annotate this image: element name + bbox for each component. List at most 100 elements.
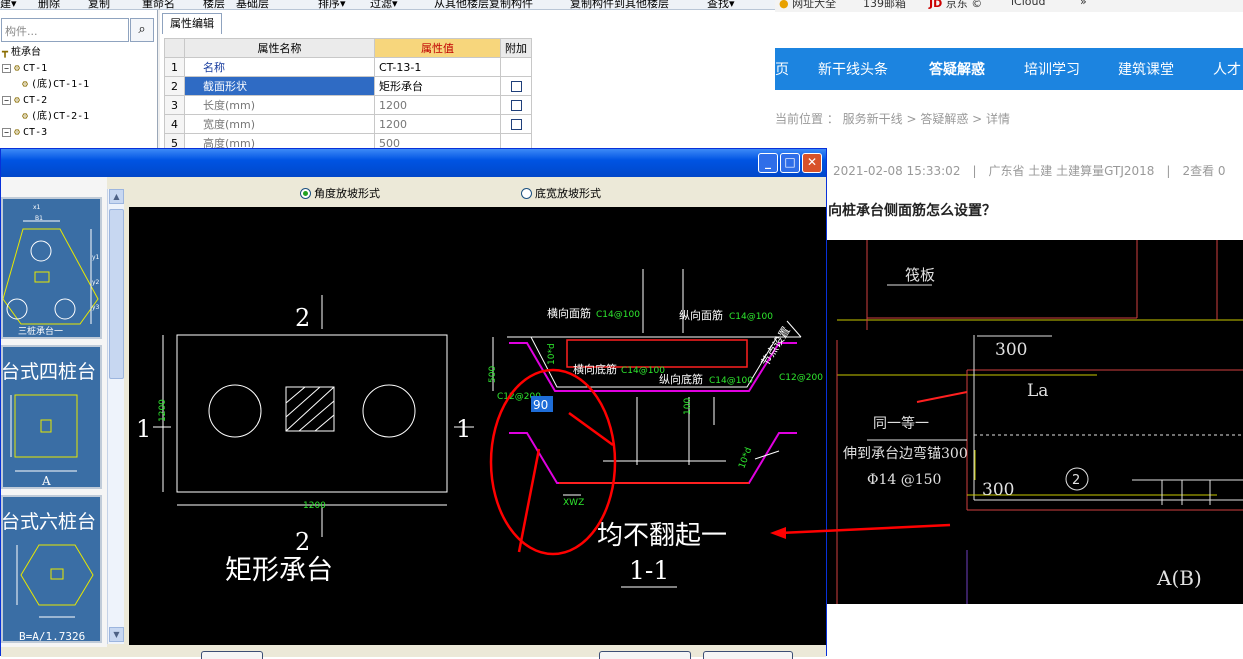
cap-outline xyxy=(3,228,99,325)
tree-item-ct1-1[interactable]: ⚙ (底)CT-1-1 xyxy=(22,77,89,93)
prop-value[interactable]: 矩形承台 xyxy=(374,76,501,96)
label-la: La xyxy=(1027,381,1048,401)
bookmark-icloud[interactable]: iCloud xyxy=(1011,0,1045,8)
dim-text: 100 xyxy=(683,398,693,415)
dim-text: y2 xyxy=(92,279,100,286)
scroll-thumb[interactable] xyxy=(109,209,124,379)
toolbar-copy[interactable]: 复制 xyxy=(88,0,110,9)
scroll-down-icon[interactable]: ▼ xyxy=(109,627,124,642)
dim-text: y1 xyxy=(92,254,100,261)
tree-folder-icon: ┳ xyxy=(2,47,9,58)
dialog-title-bar[interactable]: _ □ ✕ xyxy=(1,149,826,177)
collapse-icon[interactable]: − xyxy=(2,127,11,137)
thumb-four-pile-cap[interactable]: 台式四桩台 A xyxy=(1,345,102,489)
radio-label: 角度放坡形式 xyxy=(314,187,380,200)
thumb-three-pile-cap[interactable]: B1 y1 y2 y3 x1 三桩承台一 xyxy=(1,197,102,339)
dialog-button[interactable] xyxy=(703,651,793,659)
column-square xyxy=(40,419,52,433)
collapse-icon[interactable]: − xyxy=(2,63,11,73)
angle-value[interactable]: 90 xyxy=(533,398,548,412)
rebar-value: C14@100 xyxy=(596,310,640,320)
tree-item-ct3[interactable]: − ⚙ CT-3 xyxy=(2,125,47,141)
bookmark-nav-site[interactable]: ● 网址大全 xyxy=(779,0,836,11)
property-table: 属性名称 属性值 附加 1 名称 CT-13-1 2 截面形状 矩形承台 3 长… xyxy=(164,38,532,153)
tree-search-input[interactable]: 构件... xyxy=(1,18,129,42)
column-square xyxy=(50,568,64,580)
search-icon[interactable]: ⌕ xyxy=(130,18,154,42)
cap-section-drawing: 2 2 1 1 1200 1200 矩形承台 横向面筋 C14@100 纵向面筋… xyxy=(136,269,823,588)
hatch-line xyxy=(314,414,335,432)
bookmark-label: 网址大全 xyxy=(792,0,837,10)
dialog-button[interactable] xyxy=(599,651,691,659)
cad-preview-canvas[interactable]: 2 2 1 1 1200 1200 矩形承台 横向面筋 C14@100 纵向面筋… xyxy=(129,207,826,645)
toolbar-copy-to-floor[interactable]: 复制构件到其他楼层 xyxy=(570,0,669,9)
prop-extra xyxy=(500,95,532,115)
close-icon[interactable]: ✕ xyxy=(802,153,822,173)
extra-checkbox[interactable] xyxy=(510,100,522,111)
section-num: 1 xyxy=(136,415,151,443)
nav-item-classroom[interactable]: 建筑课堂 xyxy=(1118,59,1174,79)
radio-angle-slope[interactable]: 角度放坡形式 xyxy=(300,185,380,201)
toolbar-filter[interactable]: 过滤▾ xyxy=(370,0,398,9)
prop-value[interactable]: 1200 xyxy=(374,95,501,115)
extra-checkbox[interactable] xyxy=(510,119,522,130)
tree-item-ct2[interactable]: − ⚙ CT-2 xyxy=(2,93,47,109)
toolbar-rename[interactable]: 重命名 xyxy=(142,0,175,9)
prop-extra xyxy=(500,114,532,134)
toolbar-new[interactable]: 建▾ xyxy=(0,0,17,9)
rebar-label: 横向面筋 xyxy=(547,306,591,320)
section-num: 2 xyxy=(295,304,310,332)
row-num: 3 xyxy=(164,95,185,115)
bookmark-jd[interactable]: JD 京东 © xyxy=(929,0,982,11)
three-pile-shape: B1 y1 y2 y3 x1 三桩承台一 xyxy=(3,204,100,337)
table-row[interactable]: 3 长度(mm) 1200 xyxy=(164,95,532,115)
bookmark-more[interactable]: » xyxy=(1080,0,1087,8)
section-num: 2 xyxy=(295,528,310,556)
toolbar-floor-select[interactable]: 基础层 xyxy=(236,0,269,9)
grid-number: 2 xyxy=(1072,473,1080,488)
thumbnail-scrollbar[interactable]: ▲ ▼ xyxy=(107,189,124,644)
extra-checkbox[interactable] xyxy=(510,81,522,92)
collapse-icon[interactable]: − xyxy=(2,95,11,105)
note-text: 伸到承台边弯锚300 xyxy=(843,445,968,462)
nav-item-home[interactable]: 页 xyxy=(775,59,789,79)
tree-root[interactable]: ┳ 桩承台 xyxy=(2,45,41,61)
section-title: 1-1 xyxy=(629,556,669,585)
toolbar-copy-from-floor[interactable]: 从其他楼层复制构件 xyxy=(434,0,533,9)
tree-item-ct2-1[interactable]: ⚙ (底)CT-2-1 xyxy=(22,109,89,125)
bookmark-139-mail[interactable]: 139邮箱 xyxy=(863,0,906,11)
maximize-icon[interactable]: □ xyxy=(780,153,800,173)
slope-mode-radio-group: 角度放坡形式 底宽放坡形式 xyxy=(129,177,826,207)
property-panel: 属性编辑 属性名称 属性值 附加 1 名称 CT-13-1 2 截面形状 矩形承… xyxy=(160,10,775,153)
nav-item-headlines[interactable]: 新干线头条 xyxy=(818,59,888,79)
bookmark-label: 京东 © xyxy=(945,0,983,10)
scroll-up-icon[interactable]: ▲ xyxy=(109,189,124,204)
nav-item-talent[interactable]: 人才 xyxy=(1213,59,1241,79)
header-value: 属性值 xyxy=(374,38,501,58)
dim-text: 1200 xyxy=(303,501,326,511)
red-arrow xyxy=(916,391,968,403)
prop-value[interactable]: 1200 xyxy=(374,114,501,134)
table-row[interactable]: 2 截面形状 矩形承台 xyxy=(164,76,532,96)
tree-item-label: CT-2 xyxy=(23,95,48,106)
row-num: 2 xyxy=(164,76,185,96)
prop-value[interactable]: CT-13-1 xyxy=(374,57,501,77)
toolbar-floor[interactable]: 楼层 xyxy=(203,0,225,9)
prop-name: 名称 xyxy=(184,57,375,77)
toolbar-delete[interactable]: 删除 xyxy=(38,0,60,9)
bottom-rebar xyxy=(509,432,797,484)
thumb-six-pile-cap[interactable]: 台式六桩台 B=A/1.7326 xyxy=(1,495,102,643)
table-row[interactable]: 1 名称 CT-13-1 xyxy=(164,57,532,77)
toolbar-sort[interactable]: 排序▾ xyxy=(318,0,346,9)
minimize-icon[interactable]: _ xyxy=(758,153,778,173)
radio-width-slope[interactable]: 底宽放坡形式 xyxy=(521,185,601,201)
nav-item-training[interactable]: 培训学习 xyxy=(1024,59,1080,79)
component-tree-panel: 构件... ⌕ ┳ 桩承台 − ⚙ CT-1 ⚙ (底)CT-1-1 − ⚙ CT-2 ⚙(… xyxy=(0,10,158,150)
toolbar-find[interactable]: 查找▾ xyxy=(707,0,735,9)
tree-item-ct1[interactable]: − ⚙ CT-1 xyxy=(2,61,47,77)
table-row[interactable]: 4 宽度(mm) 1200 xyxy=(164,114,532,134)
dialog-button[interactable] xyxy=(201,651,263,659)
tab-property-edit[interactable]: 属性编辑 xyxy=(162,13,222,34)
nav-item-qa[interactable]: 答疑解惑 xyxy=(929,59,985,79)
prop-name: 截面形状 xyxy=(184,76,375,96)
